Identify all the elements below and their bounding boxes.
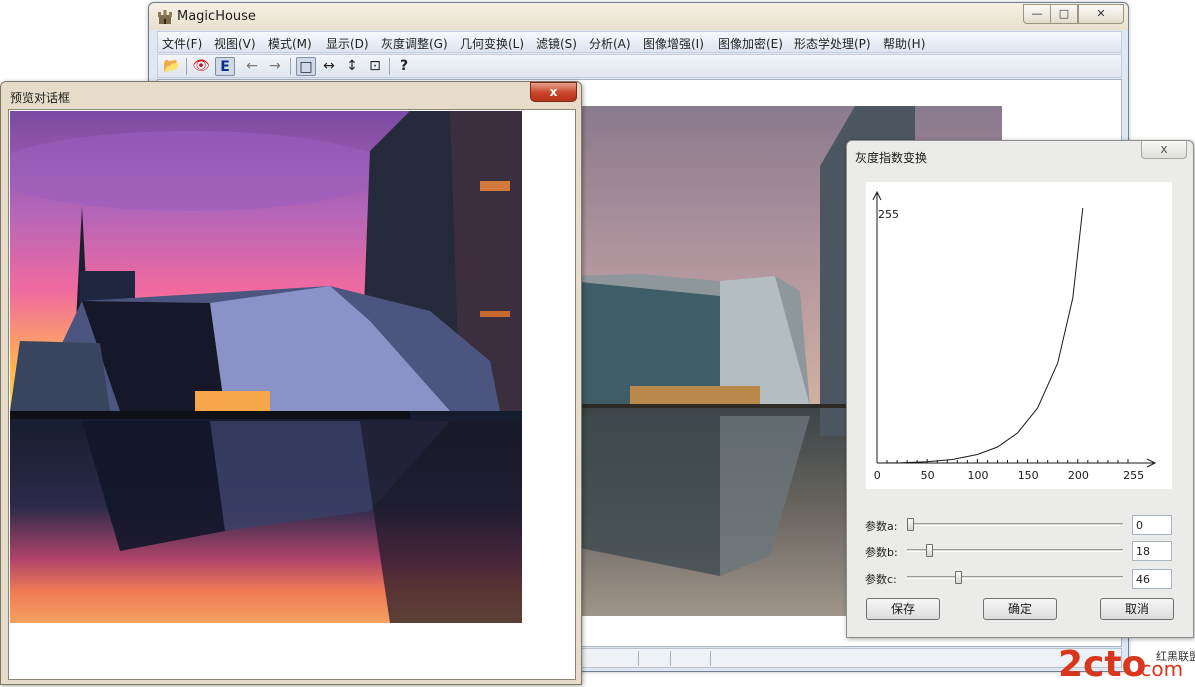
param-c-label: 参数c: [865, 573, 897, 586]
menu-view[interactable]: 视图(V) [214, 35, 256, 52]
x-tick-label: 200 [1068, 469, 1089, 482]
e-mode-icon[interactable]: E [215, 57, 235, 76]
menu-file[interactable]: 文件(F) [162, 35, 202, 52]
window-title: MagicHouse [177, 9, 256, 24]
menu-analysis[interactable]: 分析(A) [589, 35, 631, 52]
chart-axes [872, 190, 1157, 468]
transform-curve-line [876, 207, 1084, 464]
site-watermark: 2cto .com 红黑联盟 [1058, 640, 1195, 686]
eye-icon[interactable]: 👁 [191, 57, 211, 76]
transform-close-button[interactable]: x [1141, 141, 1187, 159]
ok-button[interactable]: 确定 [983, 598, 1057, 620]
select-rect-icon[interactable]: □ [296, 57, 316, 76]
param-c-field[interactable] [1132, 569, 1172, 589]
help-icon[interactable]: ? [394, 57, 414, 76]
maximize-button[interactable]: □ [1050, 4, 1078, 24]
toolbar-separator [186, 58, 187, 75]
menu-gray-adjust[interactable]: 灰度调整(G) [381, 35, 448, 52]
param-b-slider-thumb[interactable] [925, 544, 933, 557]
param-c-slider[interactable] [907, 571, 1123, 584]
param-b-slider[interactable] [907, 544, 1123, 557]
toolbar-separator [290, 58, 291, 75]
minimize-button[interactable]: — [1023, 4, 1051, 24]
param-a-field[interactable] [1132, 515, 1172, 535]
param-a-label: 参数a: [865, 520, 898, 533]
fit-height-icon[interactable]: ↕ [342, 57, 362, 76]
arrow-right-icon[interactable]: → [265, 57, 285, 76]
x-tick-label: 100 [967, 469, 988, 482]
y-axis-max-label: 255 [878, 208, 899, 221]
x-tick-label: 150 [1018, 469, 1039, 482]
transform-dialog-title: 灰度指数变换 [855, 151, 928, 165]
app-castle-icon [158, 10, 172, 24]
preview-close-button[interactable]: x [530, 82, 577, 102]
preview-dialog: 预览对话框 x [0, 81, 582, 685]
menu-display[interactable]: 显示(D) [326, 35, 369, 52]
toolbar-separator [389, 58, 390, 75]
main-titlebar[interactable]: MagicHouse — □ ✕ [149, 3, 1128, 30]
open-icon[interactable]: 📂 [162, 57, 182, 76]
preview-dialog-title: 预览对话框 [10, 91, 71, 105]
arrow-left-icon[interactable]: ← [242, 57, 262, 76]
param-c-slider-thumb[interactable] [955, 571, 963, 584]
menu-bar: 文件(F) 视图(V) 模式(M) 显示(D) 灰度调整(G) 几何变换(L) … [157, 31, 1122, 53]
watermark-cn-text: 红黑联盟 [1156, 650, 1195, 663]
menu-filter[interactable]: 滤镜(S) [536, 35, 577, 52]
x-tick-label: 255 [1123, 469, 1144, 482]
menu-geometric[interactable]: 几何变换(L) [460, 35, 524, 52]
menu-enhance[interactable]: 图像增强(I) [643, 35, 704, 52]
cancel-button[interactable]: 取消 [1100, 598, 1174, 620]
param-a-slider-thumb[interactable] [907, 518, 914, 531]
status-pane-divider [670, 651, 671, 666]
menu-encrypt[interactable]: 图像加密(E) [718, 35, 783, 52]
preview-area [8, 109, 576, 680]
menu-morphology[interactable]: 形态学处理(P) [794, 35, 871, 52]
x-tick-label: 50 [921, 469, 935, 482]
status-pane-divider [638, 651, 639, 666]
x-tick-label: 0 [874, 469, 881, 482]
status-pane-divider [710, 651, 711, 666]
gray-exponential-transform-dialog: 灰度指数变换 x 0 50 100 150 200 255 255 参数a: 参数b: 参… [846, 140, 1194, 638]
param-b-label: 参数b: [865, 546, 898, 559]
menu-mode[interactable]: 模式(M) [268, 35, 312, 52]
transform-curve-chart: 0 50 100 150 200 255 255 [866, 182, 1172, 489]
param-b-field[interactable] [1132, 541, 1172, 561]
toolbar: 📂 👁 E ← → □ ↔ ↕ ⊡ ? [157, 54, 1122, 78]
param-a-slider[interactable] [907, 518, 1123, 531]
close-button[interactable]: ✕ [1078, 4, 1124, 24]
save-button[interactable]: 保存 [866, 598, 940, 620]
fit-window-icon[interactable]: ⊡ [365, 57, 385, 76]
fit-width-icon[interactable]: ↔ [319, 57, 339, 76]
menu-help[interactable]: 帮助(H) [883, 35, 925, 52]
preview-image [10, 111, 522, 623]
